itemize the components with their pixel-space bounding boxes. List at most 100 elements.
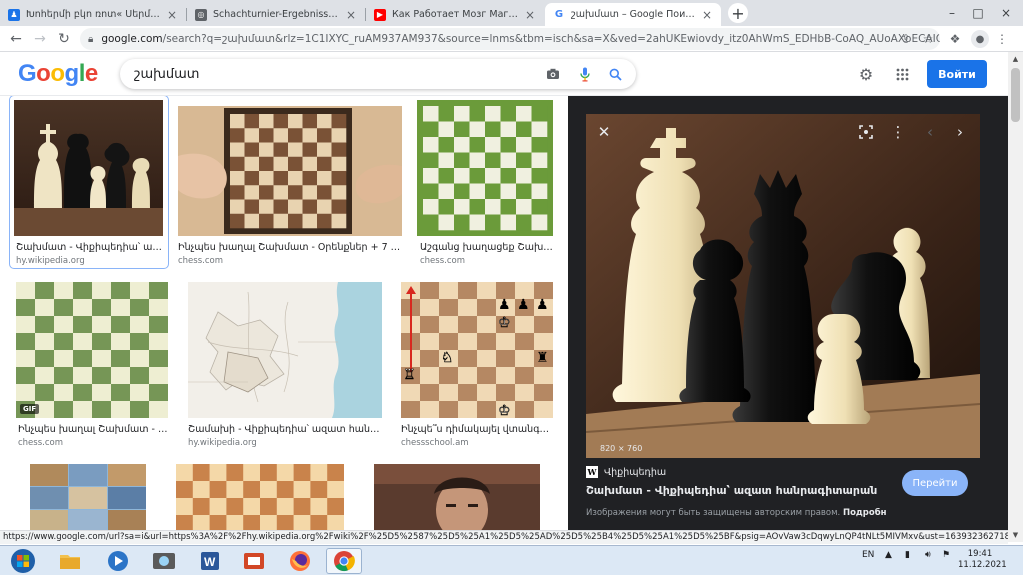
result-card[interactable]: Աշգանց խաղացեք Շախմա... chess.com <box>417 96 555 268</box>
tab-close-icon[interactable]: × <box>345 8 357 22</box>
extensions-icon[interactable]: ❖ <box>945 29 965 49</box>
minimize-icon[interactable]: – <box>940 0 964 26</box>
tray-flag-icon[interactable]: ⚑ <box>942 550 950 560</box>
scrollbar-thumb[interactable] <box>1011 68 1020 122</box>
apps-grid-icon[interactable] <box>892 64 912 84</box>
close-preview-icon[interactable]: ✕ <box>592 120 616 144</box>
learn-more-link[interactable]: Подробнее... <box>843 508 886 518</box>
result-card[interactable] <box>360 460 544 532</box>
result-caption[interactable]: Շամախի - Վիքիպեդիա՝ ազատ հանրագիտ... <box>188 424 382 435</box>
board-square <box>130 316 150 334</box>
taskbar-gif-tool-icon[interactable] <box>146 548 182 574</box>
result-caption[interactable]: Շախմատ - Վիքիպեդիա՝ ազա... <box>16 242 164 253</box>
result-thumbnail-hands-board[interactable] <box>178 106 402 236</box>
taskbar-clock[interactable]: 19:41 11.12.2021 <box>958 549 1007 571</box>
taskbar-firefox-icon[interactable] <box>282 548 318 574</box>
microphone-icon[interactable] <box>576 66 594 82</box>
tab-2[interactable]: ◎ Schachturnier-Ergebnisserver Ch × <box>187 3 365 26</box>
result-thumbnail-chess-pieces[interactable] <box>14 100 163 236</box>
board-square <box>35 367 55 385</box>
back-icon[interactable]: ← <box>6 29 26 49</box>
bookmark-star-icon[interactable]: ☆ <box>918 29 938 49</box>
board-square <box>92 401 112 418</box>
previous-image-icon[interactable]: ‹ <box>918 120 942 144</box>
preview-site[interactable]: W Վիքիպեդիա <box>586 466 666 478</box>
board-square <box>317 185 332 200</box>
result-card[interactable]: Շախմատ - Վիքիպեդիա՝ ազա... hy.wikipedia.… <box>9 96 169 269</box>
result-card[interactable]: Շամախի - Վիքիպեդիա՝ ազատ հանրագիտ... hy.… <box>188 278 382 450</box>
google-logo[interactable]: Google <box>18 60 98 88</box>
tab-4-active[interactable]: G շախմատ – Google Поиск × <box>545 3 721 26</box>
board-square <box>244 142 260 158</box>
taskbar-word-icon[interactable]: W <box>192 548 228 574</box>
board-square <box>469 168 486 184</box>
start-button[interactable] <box>3 548 43 574</box>
board-square <box>438 199 455 215</box>
camera-search-icon[interactable] <box>544 66 562 82</box>
reload-icon[interactable]: ↻ <box>54 29 74 49</box>
tab-close-icon[interactable]: × <box>166 8 178 22</box>
taskbar-presentation-icon[interactable] <box>236 548 272 574</box>
search-input[interactable]: շախմատ <box>120 59 636 89</box>
taskbar-chrome-icon[interactable] <box>326 548 362 574</box>
language-indicator[interactable]: EN <box>862 550 874 560</box>
search-icon[interactable] <box>606 66 624 82</box>
logo-letter: o <box>50 60 65 87</box>
board-square <box>516 214 532 231</box>
more-options-icon[interactable]: ⋮ <box>886 120 910 144</box>
result-thumbnail-green-board[interactable] <box>417 100 553 236</box>
visit-button[interactable]: Перейти <box>902 470 968 496</box>
preview-image-chess-pieces[interactable] <box>586 114 980 458</box>
image-dimensions: 820 × 760 <box>600 444 643 453</box>
result-caption[interactable]: Ինչպես խաղալ Շախմատ - Օրեն... <box>18 424 168 435</box>
result-thumbnail-person[interactable] <box>374 464 540 532</box>
board-square <box>438 168 455 184</box>
forward-icon[interactable]: → <box>30 29 50 49</box>
board-square <box>534 367 553 385</box>
result-caption[interactable]: Ինչպե՞ս դիմակայել վտանգներ... <box>401 424 551 435</box>
board-square <box>230 213 245 229</box>
share-icon[interactable]: ⇪ <box>896 29 916 49</box>
result-thumbnail-town-collage[interactable] <box>30 464 146 532</box>
lens-search-icon[interactable] <box>854 120 878 144</box>
result-thumbnail-map[interactable] <box>188 282 382 418</box>
taskbar-media-player-icon[interactable] <box>100 548 136 574</box>
page-scrollbar[interactable]: ▲ ▼ <box>1008 52 1023 542</box>
next-image-icon[interactable]: › <box>948 120 972 144</box>
board-square <box>111 350 131 368</box>
maximize-icon[interactable]: □ <box>966 0 990 26</box>
new-tab-button[interactable]: + <box>728 3 748 23</box>
result-card[interactable]: ♟ ♟ ♟ ♔ ♘ ♜ ♖ ♔ Ինչպե՞ս դիմակայել վտանգն… <box>401 278 553 450</box>
tray-network-icon[interactable]: ▮ <box>905 550 910 560</box>
result-thumbnail-brown-board[interactable] <box>176 464 344 532</box>
signin-button[interactable]: Войти <box>927 60 987 88</box>
board-square <box>331 128 347 143</box>
scroll-down-icon[interactable]: ▼ <box>1008 528 1023 542</box>
tab-1[interactable]: ♟ Խոհերմի բկո ռոտ« Սերմե ՍՄ... × <box>0 3 186 26</box>
settings-gear-icon[interactable]: ⚙ <box>856 64 876 84</box>
tab-close-icon[interactable]: × <box>701 8 713 22</box>
result-card[interactable] <box>170 460 346 532</box>
address-bar[interactable]: 🔒︎ google.com /search?q=շախմատ&rlz=1C1IX… <box>80 28 940 50</box>
board-square <box>149 401 168 418</box>
window-close-icon[interactable]: × <box>994 0 1018 26</box>
preview-title[interactable]: Շախմատ - Վիքիպեդիա՝ ազատ հանրագիտարան <box>586 484 877 497</box>
result-thumbnail-diagram-board[interactable]: ♟ ♟ ♟ ♔ ♘ ♜ ♖ ♔ <box>401 282 553 418</box>
profile-avatar-icon[interactable]: ● <box>971 30 989 48</box>
tab-close-icon[interactable]: × <box>524 8 536 22</box>
result-caption[interactable]: Աշգանց խաղացեք Շախմա... <box>420 242 554 253</box>
result-caption[interactable]: Ինչպես խաղալ Շախմատ - Օրենքներ + 7 Առաջի… <box>178 242 402 253</box>
result-card[interactable]: GIF Ինչպես խաղալ Շախմատ - Օրեն... chess.… <box>10 278 170 450</box>
board-square <box>534 384 553 402</box>
browser-menu-icon[interactable]: ⋮ <box>992 29 1012 49</box>
tray-expand-icon[interactable]: ▲ <box>885 550 892 560</box>
svg-text:♟: ♟ <box>517 297 530 313</box>
taskbar-explorer-icon[interactable] <box>52 548 88 574</box>
result-source: hy.wikipedia.org <box>16 256 85 266</box>
result-card[interactable] <box>14 460 148 532</box>
scroll-up-icon[interactable]: ▲ <box>1008 52 1023 66</box>
tab-3[interactable]: ▶ Как Работает Мозг Магнуса Кар × <box>366 3 544 26</box>
result-thumbnail-green-board-gif[interactable]: GIF <box>16 282 168 418</box>
result-card[interactable]: Ինչպես խաղալ Շախմատ - Օրենքներ + 7 Առաջի… <box>178 96 402 268</box>
tray-volume-icon[interactable]: 🔊︎ <box>925 550 931 560</box>
